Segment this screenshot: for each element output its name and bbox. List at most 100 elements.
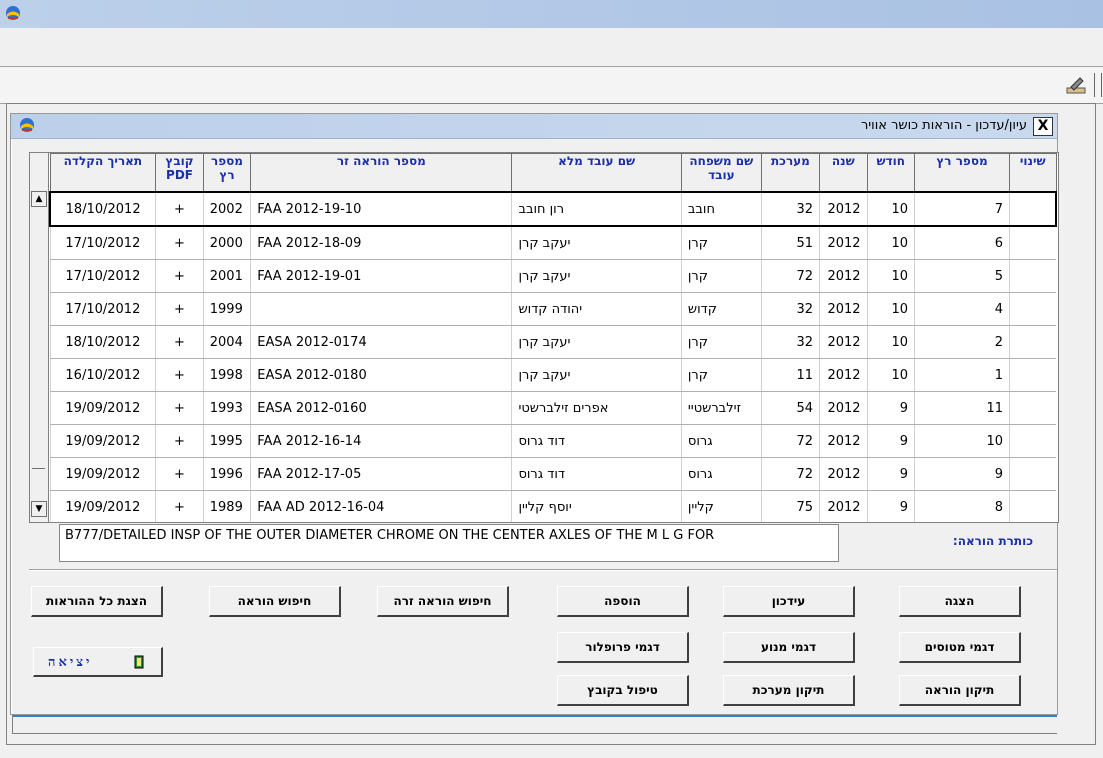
- cell-run-number[interactable]: 11: [914, 391, 1010, 425]
- search-button[interactable]: חיפוש הוראה: [209, 586, 341, 617]
- cell-serial-number[interactable]: 2002: [202, 191, 251, 227]
- cell-change[interactable]: [1009, 358, 1056, 392]
- cell-employee-full-name[interactable]: דוד גרוס: [511, 457, 682, 491]
- cell-month[interactable]: 10: [866, 226, 915, 260]
- cell-run-number[interactable]: 1: [914, 358, 1010, 392]
- col-system[interactable]: מערכת: [760, 153, 821, 193]
- cell-run-number[interactable]: 9: [914, 457, 1010, 491]
- cell-system[interactable]: 72: [760, 259, 820, 293]
- vertical-scrollbar[interactable]: ▲ ▼: [30, 153, 49, 522]
- cell-year[interactable]: 2012: [819, 259, 868, 293]
- cell-month[interactable]: 10: [866, 358, 915, 392]
- cell-system[interactable]: 54: [760, 391, 820, 425]
- cell-run-number[interactable]: 8: [914, 490, 1010, 522]
- cell-foreign-number[interactable]: EASA 2012-0160: [250, 391, 512, 425]
- cell-month[interactable]: 9: [866, 424, 915, 458]
- cell-month[interactable]: 10: [866, 259, 915, 293]
- cell-run-number[interactable]: 4: [914, 292, 1010, 326]
- table-row[interactable]: 19/09/2012 +1993 EASA 2012-0160 אפרים זילבר…: [49, 391, 1056, 425]
- file-handling-button[interactable]: טיפול בקובץ: [557, 675, 689, 706]
- cell-month[interactable]: 9: [866, 457, 915, 491]
- col-entry-date[interactable]: תאריך הקלדה: [49, 153, 157, 193]
- cell-year[interactable]: 2012: [819, 457, 868, 491]
- cell-serial-number[interactable]: 1996: [202, 457, 251, 491]
- table-row[interactable]: 19/09/2012 +1995 FAA 2012-16-14 דוד גרוס גרו…: [49, 424, 1056, 458]
- cell-foreign-number[interactable]: EASA 2012-0180: [250, 358, 512, 392]
- cell-foreign-number[interactable]: [250, 292, 512, 326]
- cell-foreign-number[interactable]: FAA 2012-18-09: [250, 226, 512, 260]
- cell-employee-full-name[interactable]: יעקב קרן: [511, 325, 682, 359]
- cell-entry-date[interactable]: 18/10/2012: [49, 191, 156, 227]
- cell-employee-last-name[interactable]: זילברשטיי: [680, 391, 762, 425]
- cell-change[interactable]: [1009, 490, 1056, 522]
- cell-serial-number[interactable]: 2000: [202, 226, 251, 260]
- cell-employee-last-name[interactable]: קרן: [680, 226, 762, 260]
- cell-entry-date[interactable]: 17/10/2012: [49, 259, 156, 293]
- cell-year[interactable]: 2012: [819, 226, 868, 260]
- cell-entry-date[interactable]: 17/10/2012: [49, 292, 156, 326]
- cell-serial-number[interactable]: 2001: [202, 259, 251, 293]
- cell-employee-last-name[interactable]: גרוס: [680, 457, 762, 491]
- cell-serial-number[interactable]: 1999: [202, 292, 251, 326]
- cell-serial-number[interactable]: 1993: [202, 391, 251, 425]
- scroll-down-icon[interactable]: ▼: [31, 501, 47, 517]
- aircraft-models-button[interactable]: דגמי מטוסים: [899, 632, 1021, 663]
- cell-change[interactable]: [1009, 259, 1056, 293]
- fix-system-button[interactable]: תיקון מערכת: [723, 675, 855, 706]
- cell-year[interactable]: 2012: [819, 358, 868, 392]
- cell-system[interactable]: 32: [760, 325, 820, 359]
- cell-year[interactable]: 2012: [819, 292, 868, 326]
- cell-system[interactable]: 72: [760, 424, 820, 458]
- cell-system[interactable]: 32: [760, 191, 820, 227]
- table-row[interactable]: 18/10/2012 +2004 EASA 2012-0174 יעקב קרן קרן…: [49, 325, 1056, 359]
- cell-change[interactable]: [1009, 226, 1056, 260]
- cell-change[interactable]: [1009, 457, 1056, 491]
- cell-serial-number[interactable]: 1998: [202, 358, 251, 392]
- cell-employee-full-name[interactable]: רון חובב: [511, 191, 682, 227]
- cell-entry-date[interactable]: 17/10/2012: [49, 226, 156, 260]
- table-row[interactable]: 19/09/2012 +1989 FAA AD 2012-16-04 יוסף קלי…: [49, 490, 1056, 522]
- cell-year[interactable]: 2012: [819, 391, 868, 425]
- cell-system[interactable]: 11: [760, 358, 820, 392]
- scroll-up-icon[interactable]: ▲: [31, 191, 47, 207]
- cell-change[interactable]: [1009, 325, 1056, 359]
- cell-year[interactable]: 2012: [819, 191, 868, 227]
- cell-change[interactable]: [1009, 292, 1056, 326]
- cell-pdf-file[interactable]: +: [155, 391, 204, 425]
- close-button[interactable]: X: [1033, 117, 1053, 136]
- cell-foreign-number[interactable]: FAA 2012-16-14: [250, 424, 512, 458]
- col-year[interactable]: שנה: [819, 153, 868, 193]
- show-all-button[interactable]: הצגת כל ההוראות: [31, 586, 163, 617]
- cell-month[interactable]: 10: [866, 191, 915, 227]
- cell-employee-last-name[interactable]: קרן: [680, 358, 762, 392]
- propeller-models-button[interactable]: דגמי פרופלור: [557, 632, 689, 663]
- cell-entry-date[interactable]: 16/10/2012: [49, 358, 156, 392]
- cell-entry-date[interactable]: 19/09/2012: [49, 490, 156, 522]
- cell-pdf-file[interactable]: +: [155, 457, 204, 491]
- instruction-title-field[interactable]: B777/DETAILED INSP OF THE OUTER DIAMETER…: [59, 524, 839, 562]
- cell-employee-full-name[interactable]: דוד גרוס: [511, 424, 682, 458]
- cell-system[interactable]: 51: [760, 226, 820, 260]
- cell-employee-last-name[interactable]: קרן: [680, 259, 762, 293]
- cell-pdf-file[interactable]: +: [155, 191, 204, 227]
- update-button[interactable]: עידכון: [723, 586, 855, 617]
- engine-models-button[interactable]: דגמי מנוע: [723, 632, 855, 663]
- cell-run-number[interactable]: 7: [914, 191, 1010, 227]
- cell-change[interactable]: [1009, 424, 1056, 458]
- cell-foreign-number[interactable]: FAA AD 2012-16-04: [250, 490, 512, 522]
- cell-foreign-number[interactable]: FAA 2012-19-01: [250, 259, 512, 293]
- cell-employee-last-name[interactable]: קדוש: [680, 292, 762, 326]
- cell-month[interactable]: 10: [866, 325, 915, 359]
- cell-employee-full-name[interactable]: יעקב קרן: [511, 259, 682, 293]
- cell-pdf-file[interactable]: +: [155, 292, 204, 326]
- col-serial-number[interactable]: מספר רץ: [202, 153, 252, 193]
- cell-run-number[interactable]: 2: [914, 325, 1010, 359]
- add-button[interactable]: הוספה: [557, 586, 689, 617]
- col-employee-last-name[interactable]: שם משפחה עובד: [680, 153, 762, 193]
- toolbar-edit-icon[interactable]: [1065, 75, 1087, 95]
- scroll-thumb[interactable]: [32, 213, 45, 469]
- cell-foreign-number[interactable]: EASA 2012-0174: [250, 325, 512, 359]
- cell-month[interactable]: 9: [866, 391, 915, 425]
- cell-entry-date[interactable]: 19/09/2012: [49, 457, 156, 491]
- cell-pdf-file[interactable]: +: [155, 226, 204, 260]
